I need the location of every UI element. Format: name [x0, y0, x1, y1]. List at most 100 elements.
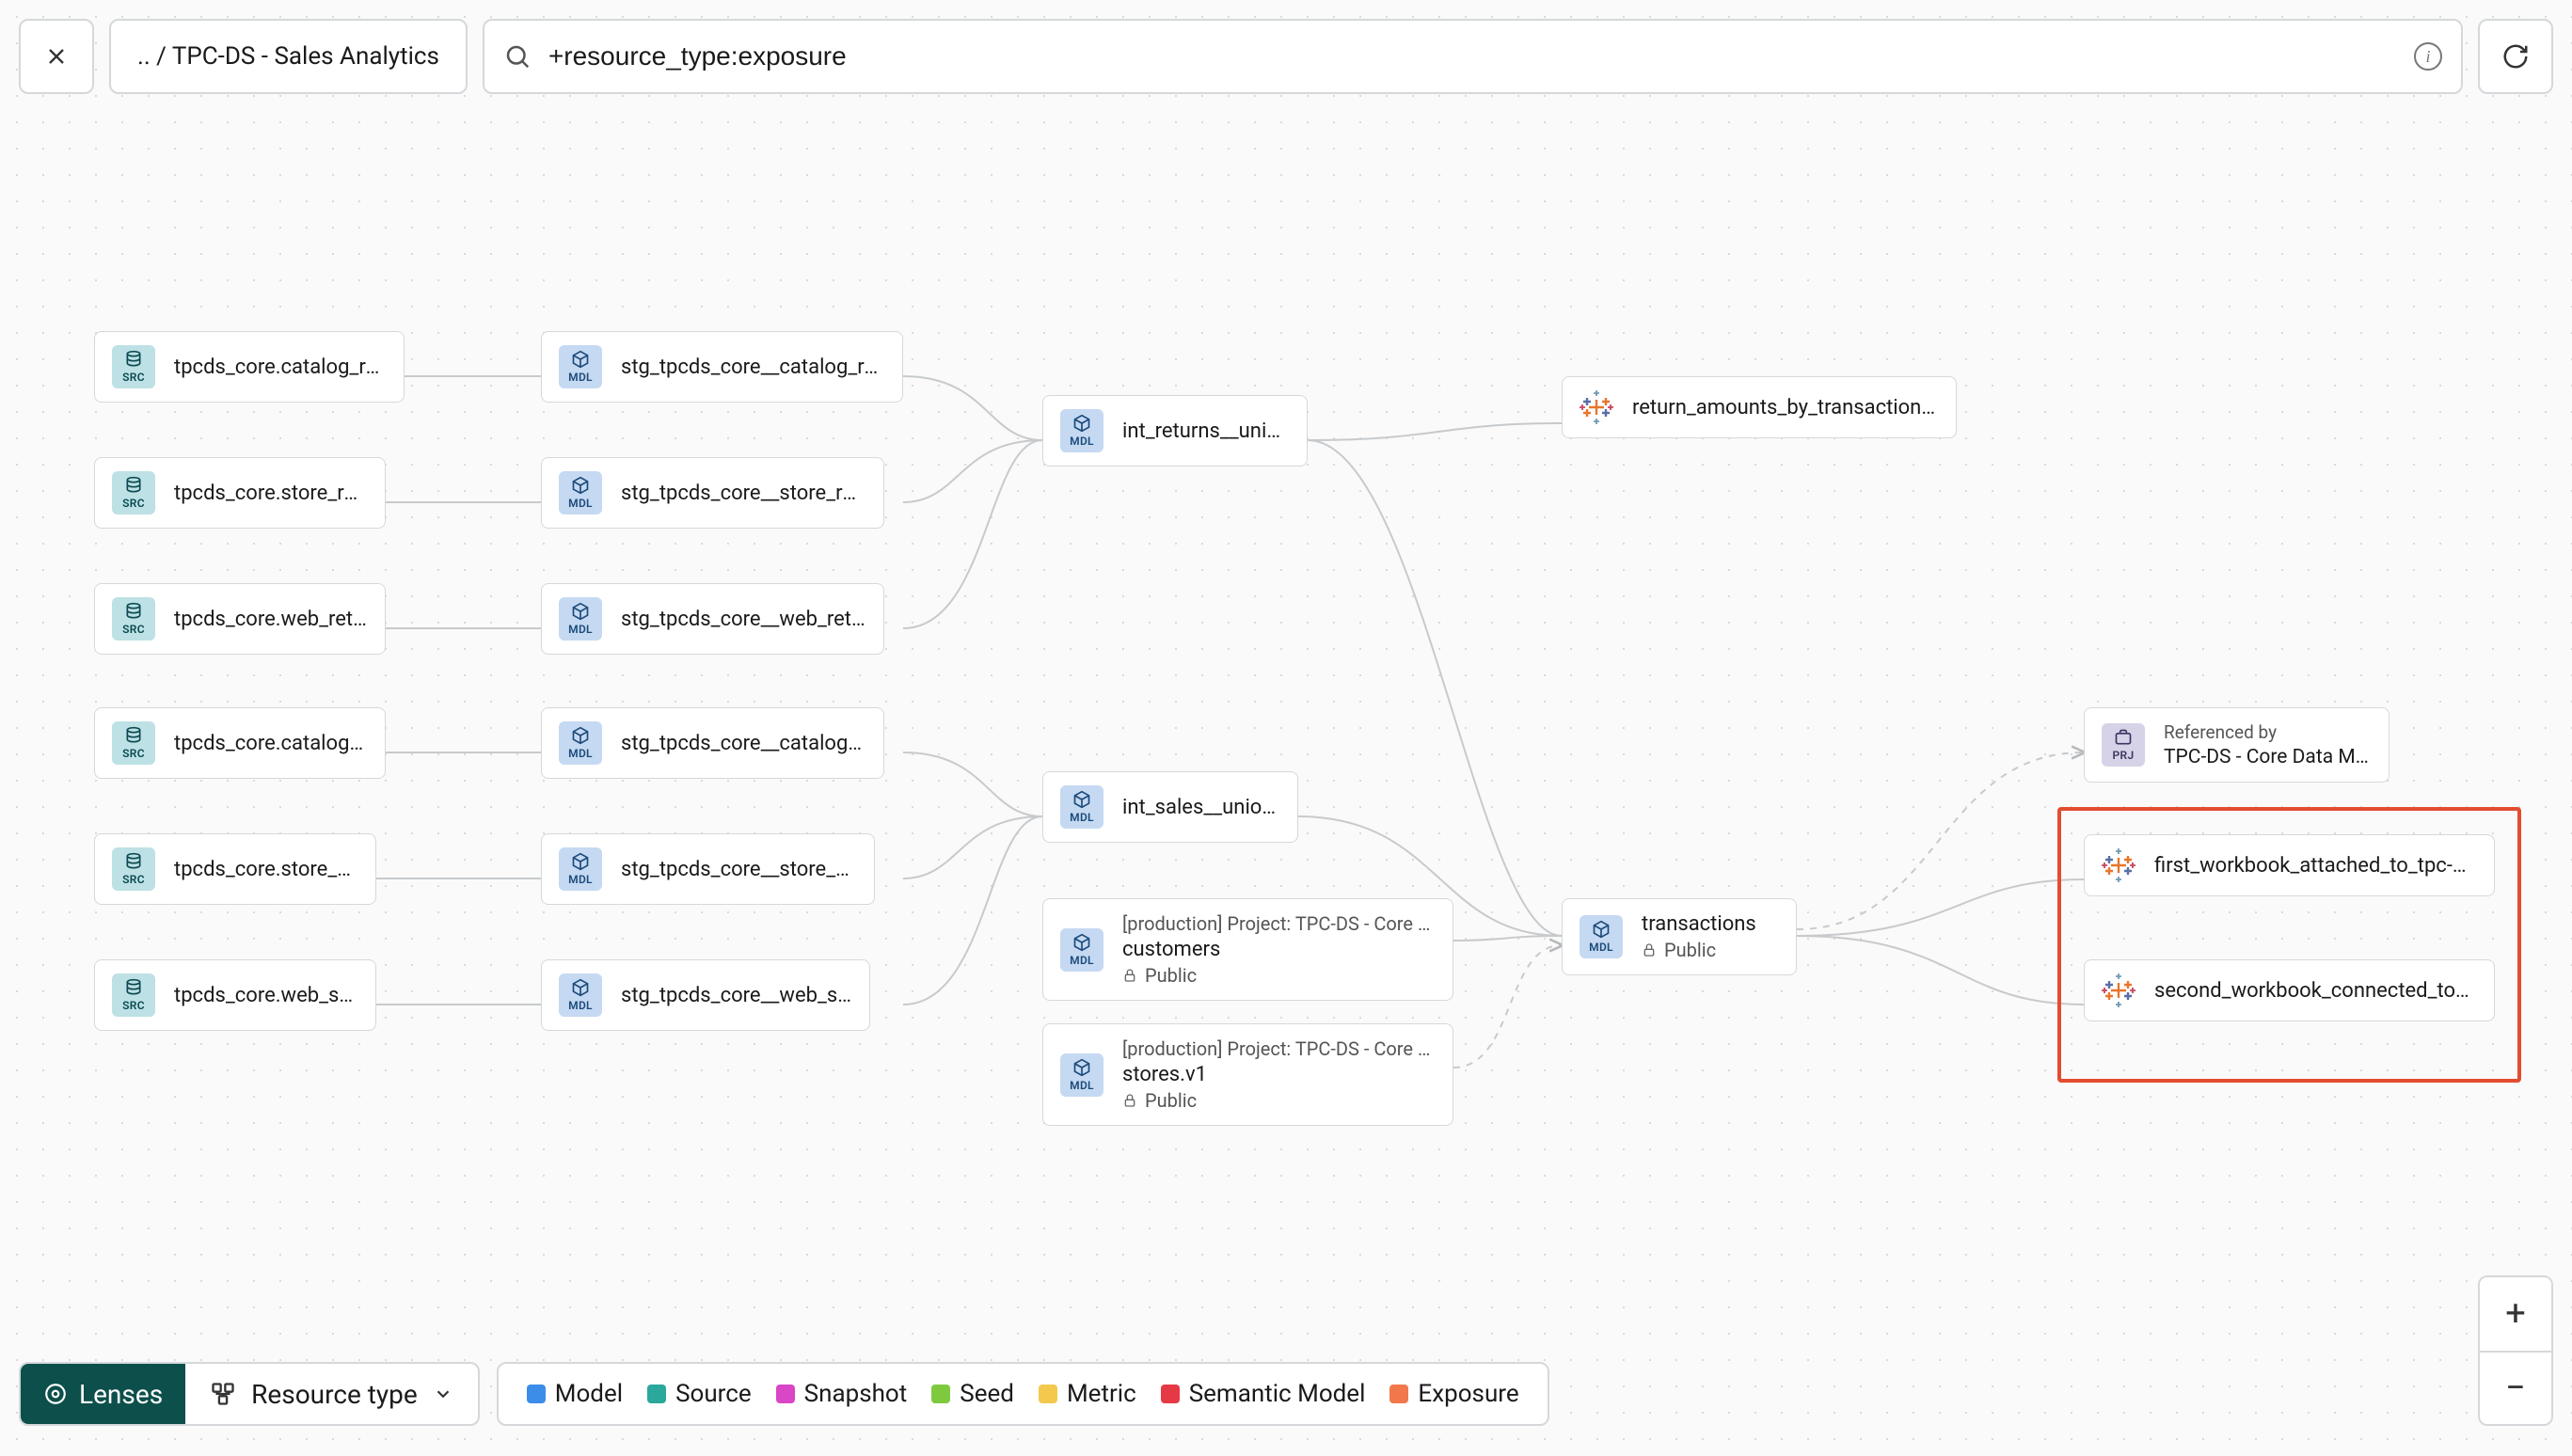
legend-item-metric: Metric — [1039, 1380, 1136, 1408]
node-source-catalog-sales[interactable]: SRC tpcds_core.catalog_sales — [94, 707, 386, 779]
model-badge: MDL — [559, 847, 602, 891]
breadcrumb[interactable]: .. / TPC-DS - Sales Analytics — [109, 19, 468, 94]
tableau-icon — [2102, 973, 2135, 1007]
node-body: transactions Public — [1642, 912, 1756, 961]
legend-label: Snapshot — [804, 1380, 908, 1408]
model-badge: MDL — [1060, 409, 1103, 452]
top-bar: .. / TPC-DS - Sales Analytics i — [19, 19, 2553, 94]
model-badge: MDL — [1060, 785, 1103, 829]
tableau-icon — [2102, 848, 2135, 882]
legend-item-seed: Seed — [931, 1380, 1014, 1408]
legend-item-snapshot: Snapshot — [776, 1380, 908, 1408]
node-project-referenced-by[interactable]: PRJ Referenced by TPC-DS - Core Data Mod… — [2084, 707, 2389, 783]
node-source-store-sales[interactable]: SRC tpcds_core.store_sales — [94, 833, 376, 905]
source-badge: SRC — [112, 721, 155, 765]
database-icon — [124, 602, 143, 621]
lock-icon — [1122, 968, 1137, 983]
cube-icon — [571, 978, 590, 997]
close-button[interactable] — [19, 19, 94, 94]
model-badge: MDL — [1060, 928, 1103, 972]
refresh-button[interactable] — [2478, 19, 2553, 94]
node-model-stores[interactable]: MDL [production] Project: TPC-DS - Core … — [1042, 1023, 1453, 1126]
cube-icon — [1072, 1058, 1091, 1077]
node-model-stg-catalog-returns[interactable]: MDL stg_tpcds_core__catalog_returns — [541, 331, 903, 403]
legend-item-source: Source — [647, 1380, 752, 1408]
cube-icon — [1072, 790, 1091, 809]
legend-swatch — [527, 1385, 546, 1403]
legend-label: Source — [675, 1380, 752, 1408]
model-badge: MDL — [559, 973, 602, 1017]
zoom-controls: + − — [2478, 1275, 2553, 1426]
search-box: i — [483, 19, 2463, 94]
database-icon — [124, 476, 143, 495]
legend-item-model: Model — [527, 1380, 623, 1408]
cube-icon — [571, 726, 590, 745]
node-model-transactions[interactable]: MDL transactions Public — [1562, 898, 1797, 975]
chevron-down-icon — [433, 1384, 453, 1404]
node-model-customers[interactable]: MDL [production] Project: TPC-DS - Core … — [1042, 898, 1453, 1001]
cube-icon — [571, 852, 590, 871]
node-model-stg-store-returns[interactable]: MDL stg_tpcds_core__store_returns — [541, 457, 884, 529]
lenses-group: Lenses Resource type — [19, 1362, 480, 1426]
node-exposure-return-amounts[interactable]: return_amounts_by_transaction_type — [1562, 376, 1957, 438]
cube-icon — [1072, 933, 1091, 952]
bottom-bar: Lenses Resource type Model Source Snapshot… — [19, 1362, 1549, 1426]
legend-label: Seed — [960, 1380, 1014, 1408]
model-badge: MDL — [559, 721, 602, 765]
search-icon — [503, 42, 532, 71]
node-model-stg-store-sales[interactable]: MDL stg_tpcds_core__store_sales — [541, 833, 875, 905]
lenses-button[interactable]: Lenses — [21, 1364, 185, 1424]
node-body: [production] Project: TPC-DS - Core Data… — [1122, 912, 1436, 987]
legend-label: Metric — [1067, 1380, 1136, 1408]
source-badge: SRC — [112, 597, 155, 641]
node-source-store-returns[interactable]: SRC tpcds_core.store_returns — [94, 457, 386, 529]
legend-item-semantic-model: Semantic Model — [1161, 1380, 1366, 1408]
lock-icon — [1642, 942, 1657, 957]
database-icon — [124, 726, 143, 745]
legend-swatch — [647, 1385, 666, 1403]
node-source-catalog-returns[interactable]: SRC tpcds_core.catalog_returns — [94, 331, 405, 403]
legend-swatch — [1161, 1385, 1180, 1403]
source-badge: SRC — [112, 973, 155, 1017]
database-icon — [124, 852, 143, 871]
tableau-icon — [1580, 390, 1613, 424]
info-icon[interactable]: i — [2414, 42, 2442, 71]
model-badge: MDL — [1060, 1053, 1103, 1097]
node-source-web-sales[interactable]: SRC tpcds_core.web_sales — [94, 959, 376, 1031]
database-icon — [124, 978, 143, 997]
node-model-int-returns[interactable]: MDL int_returns__unioned — [1042, 395, 1308, 467]
cube-icon — [1592, 920, 1611, 939]
source-badge: SRC — [112, 471, 155, 514]
search-input[interactable] — [548, 41, 2397, 71]
node-exposure-workbook-1[interactable]: first_workbook_attached_to_tpc-ds_-_… — [2084, 834, 2495, 896]
node-model-stg-catalog-sales[interactable]: MDL stg_tpcds_core__catalog_sales — [541, 707, 884, 779]
model-badge: MDL — [559, 471, 602, 514]
node-exposure-workbook-2[interactable]: second_workbook_connected_to_live… — [2084, 959, 2495, 1021]
legend-swatch — [776, 1385, 795, 1403]
breadcrumb-text: .. / TPC-DS - Sales Analytics — [137, 42, 439, 71]
cube-icon — [571, 350, 590, 369]
node-source-web-returns[interactable]: SRC tpcds_core.web_returns — [94, 583, 386, 655]
model-badge: MDL — [559, 597, 602, 641]
zoom-in-button[interactable]: + — [2480, 1277, 2551, 1351]
node-model-int-sales[interactable]: MDL int_sales__unioned — [1042, 771, 1298, 843]
legend-label: Exposure — [1418, 1380, 1518, 1408]
lock-icon — [1122, 1093, 1137, 1108]
resource-type-button[interactable]: Resource type — [185, 1364, 478, 1424]
resource-type-icon — [210, 1381, 236, 1407]
node-model-stg-web-returns[interactable]: MDL stg_tpcds_core__web_returns — [541, 583, 884, 655]
legend-label: Model — [555, 1380, 623, 1408]
close-icon — [43, 43, 70, 70]
legend-label: Semantic Model — [1189, 1380, 1366, 1408]
refresh-icon — [2501, 42, 2530, 71]
database-icon — [124, 350, 143, 369]
zoom-out-button[interactable]: − — [2480, 1351, 2551, 1424]
source-badge: SRC — [112, 847, 155, 891]
node-body: [production] Project: TPC-DS - Core Data… — [1122, 1037, 1436, 1112]
cube-icon — [571, 602, 590, 621]
cube-icon — [571, 476, 590, 495]
legend-swatch — [1389, 1385, 1408, 1403]
project-badge: PRJ — [2102, 723, 2145, 767]
briefcase-icon — [2114, 728, 2133, 747]
node-model-stg-web-sales[interactable]: MDL stg_tpcds_core__web_sales — [541, 959, 870, 1031]
